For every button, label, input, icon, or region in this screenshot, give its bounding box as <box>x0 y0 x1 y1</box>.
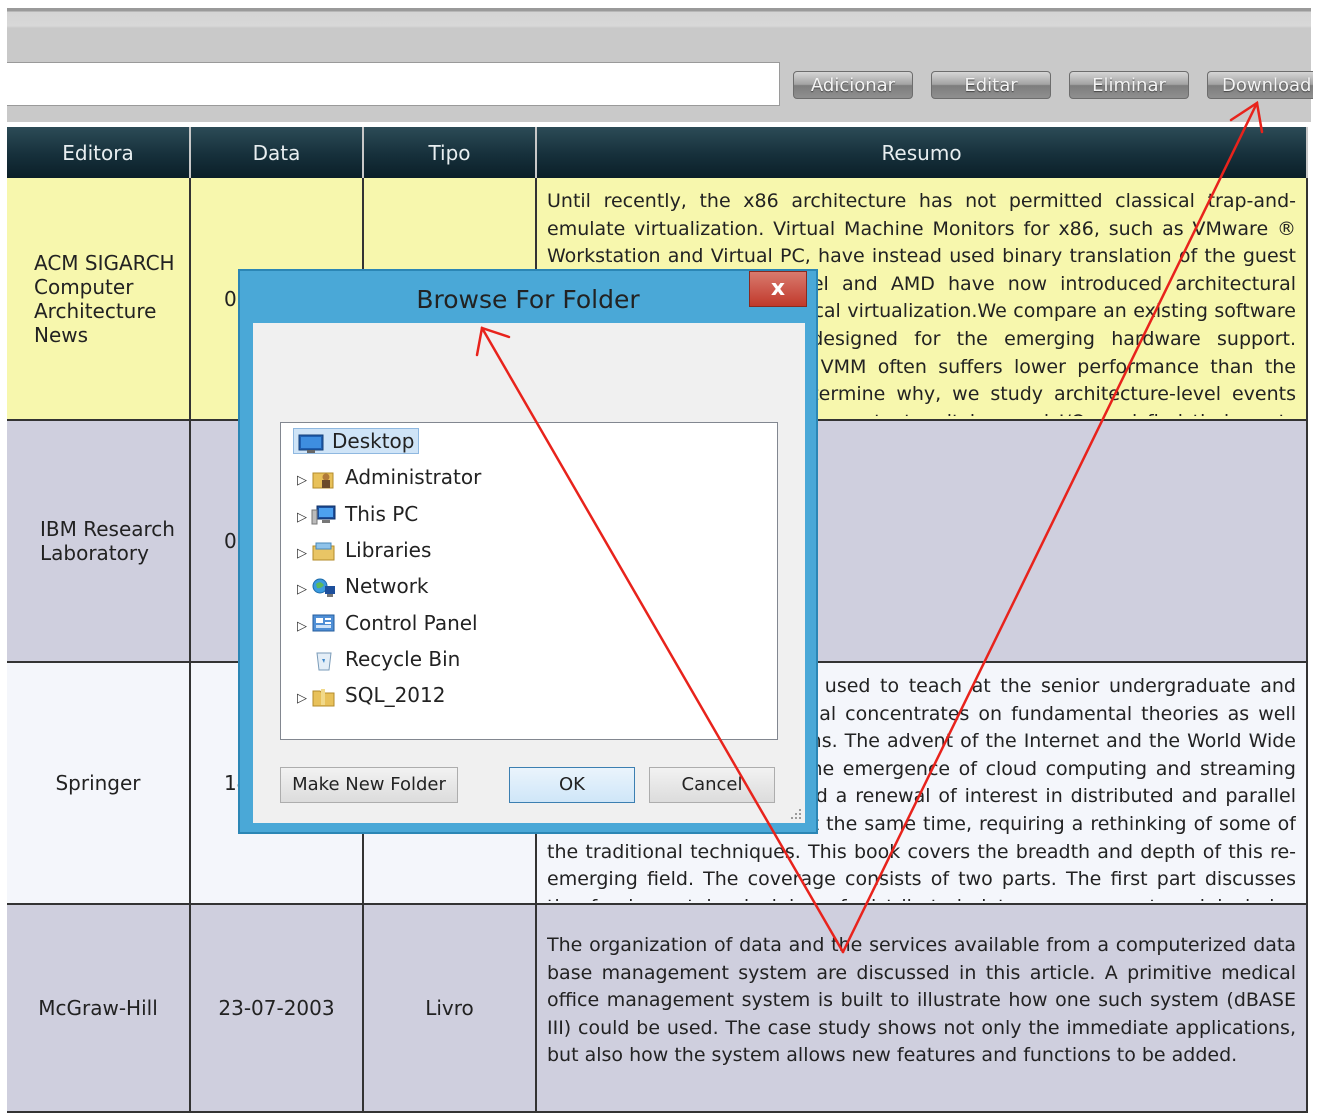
close-button[interactable]: x <box>749 271 807 307</box>
expand-arrow-icon[interactable]: ▷ <box>297 611 311 643</box>
tree-item-label: Administrator <box>345 465 482 490</box>
tree-item-content[interactable]: Control Panel <box>311 611 478 635</box>
resize-grip-icon[interactable] <box>790 808 802 820</box>
tree-item-content[interactable]: Administrator <box>311 465 481 489</box>
tree-item-content[interactable]: SQL_2012 <box>311 683 445 707</box>
cell-editora: ACM SIGARCH Computer Architecture News <box>7 178 191 421</box>
tree-item-label: Desktop <box>332 429 415 453</box>
tree-item-content[interactable]: Network <box>311 574 429 598</box>
dialog-body: Desktop ▷ Administrator ▷ This PC ▷ Libraries ▷… <box>253 323 805 823</box>
cell-editora: IBM Research Laboratory <box>7 420 191 663</box>
column-header-tipo[interactable]: Tipo <box>363 127 537 178</box>
column-header-resumo[interactable]: Resumo <box>536 127 1308 178</box>
delete-button[interactable]: Eliminar <box>1069 71 1189 99</box>
tree-item[interactable]: ▷ Administrator <box>297 461 481 493</box>
cell-resumo: The organization of data and the service… <box>536 904 1308 1113</box>
close-icon: x <box>770 276 786 301</box>
user-folder-icon <box>312 472 334 489</box>
ok-button[interactable]: OK <box>509 767 635 803</box>
cell-data: 23-07-2003 <box>190 904 364 1113</box>
expand-arrow-icon[interactable]: ▷ <box>297 465 311 497</box>
resumo-text: The organization of data and the service… <box>547 934 1296 1067</box>
tree-item[interactable]: ▷ SQL_2012 <box>297 679 445 711</box>
cancel-button[interactable]: Cancel <box>649 767 775 803</box>
computer-icon <box>311 505 336 525</box>
control-panel-icon <box>312 614 335 632</box>
tree-item-content[interactable]: Desktop <box>293 428 420 454</box>
folder-tree[interactable]: Desktop ▷ Administrator ▷ This PC ▷ Libraries ▷… <box>280 422 778 740</box>
libraries-icon <box>312 542 335 561</box>
tree-item[interactable]: Desktop <box>293 425 420 457</box>
recycle-bin-icon <box>316 652 332 671</box>
table-row[interactable]: McGraw-Hill 23-07-2003 Livro The organiz… <box>7 904 1308 1113</box>
tree-item-content[interactable]: Libraries <box>311 538 431 562</box>
expand-arrow-icon[interactable]: ▷ <box>297 574 311 606</box>
edit-button[interactable]: Editar <box>931 71 1051 99</box>
tree-item[interactable]: Recycle Bin <box>297 643 460 675</box>
tree-item-label: This PC <box>345 501 419 526</box>
tree-item-content[interactable]: Recycle Bin <box>311 647 460 671</box>
column-header-editora[interactable]: Editora <box>7 127 191 178</box>
tree-item-label: SQL_2012 <box>345 683 446 708</box>
network-icon <box>312 578 335 597</box>
tree-item-label: Network <box>345 574 429 599</box>
tree-item[interactable]: ▷ Libraries <box>297 534 431 566</box>
tree-item-content[interactable]: This PC <box>311 502 418 526</box>
tree-item[interactable]: ▷ Network <box>297 570 429 602</box>
expand-arrow-icon[interactable]: ▷ <box>297 502 311 534</box>
tree-item[interactable]: ▷ This PC <box>297 498 418 530</box>
cell-editora: Springer <box>7 662 191 905</box>
expand-arrow-icon[interactable]: ▷ <box>297 538 311 570</box>
add-button[interactable]: Adicionar <box>793 71 913 99</box>
download-button[interactable]: Download <box>1207 71 1313 99</box>
folder-icon <box>312 688 335 707</box>
make-new-folder-button[interactable]: Make New Folder <box>280 767 458 803</box>
browse-folder-dialog: Browse For Folder x Desktop ▷ Administrato… <box>238 269 818 834</box>
tree-item-label: Recycle Bin <box>345 646 461 671</box>
column-header-data[interactable]: Data <box>190 127 364 178</box>
expand-arrow-icon[interactable]: ▷ <box>297 683 311 715</box>
cell-tipo: Livro <box>363 904 537 1113</box>
cell-editora: McGraw-Hill <box>7 904 191 1113</box>
desktop-icon <box>298 434 324 453</box>
tree-item-label: Libraries <box>345 537 432 562</box>
tree-item-label: Control Panel <box>345 610 478 635</box>
tree-item[interactable]: ▷ Control Panel <box>297 607 478 639</box>
search-input[interactable] <box>7 62 780 106</box>
dialog-title: Browse For Folder <box>416 285 640 314</box>
